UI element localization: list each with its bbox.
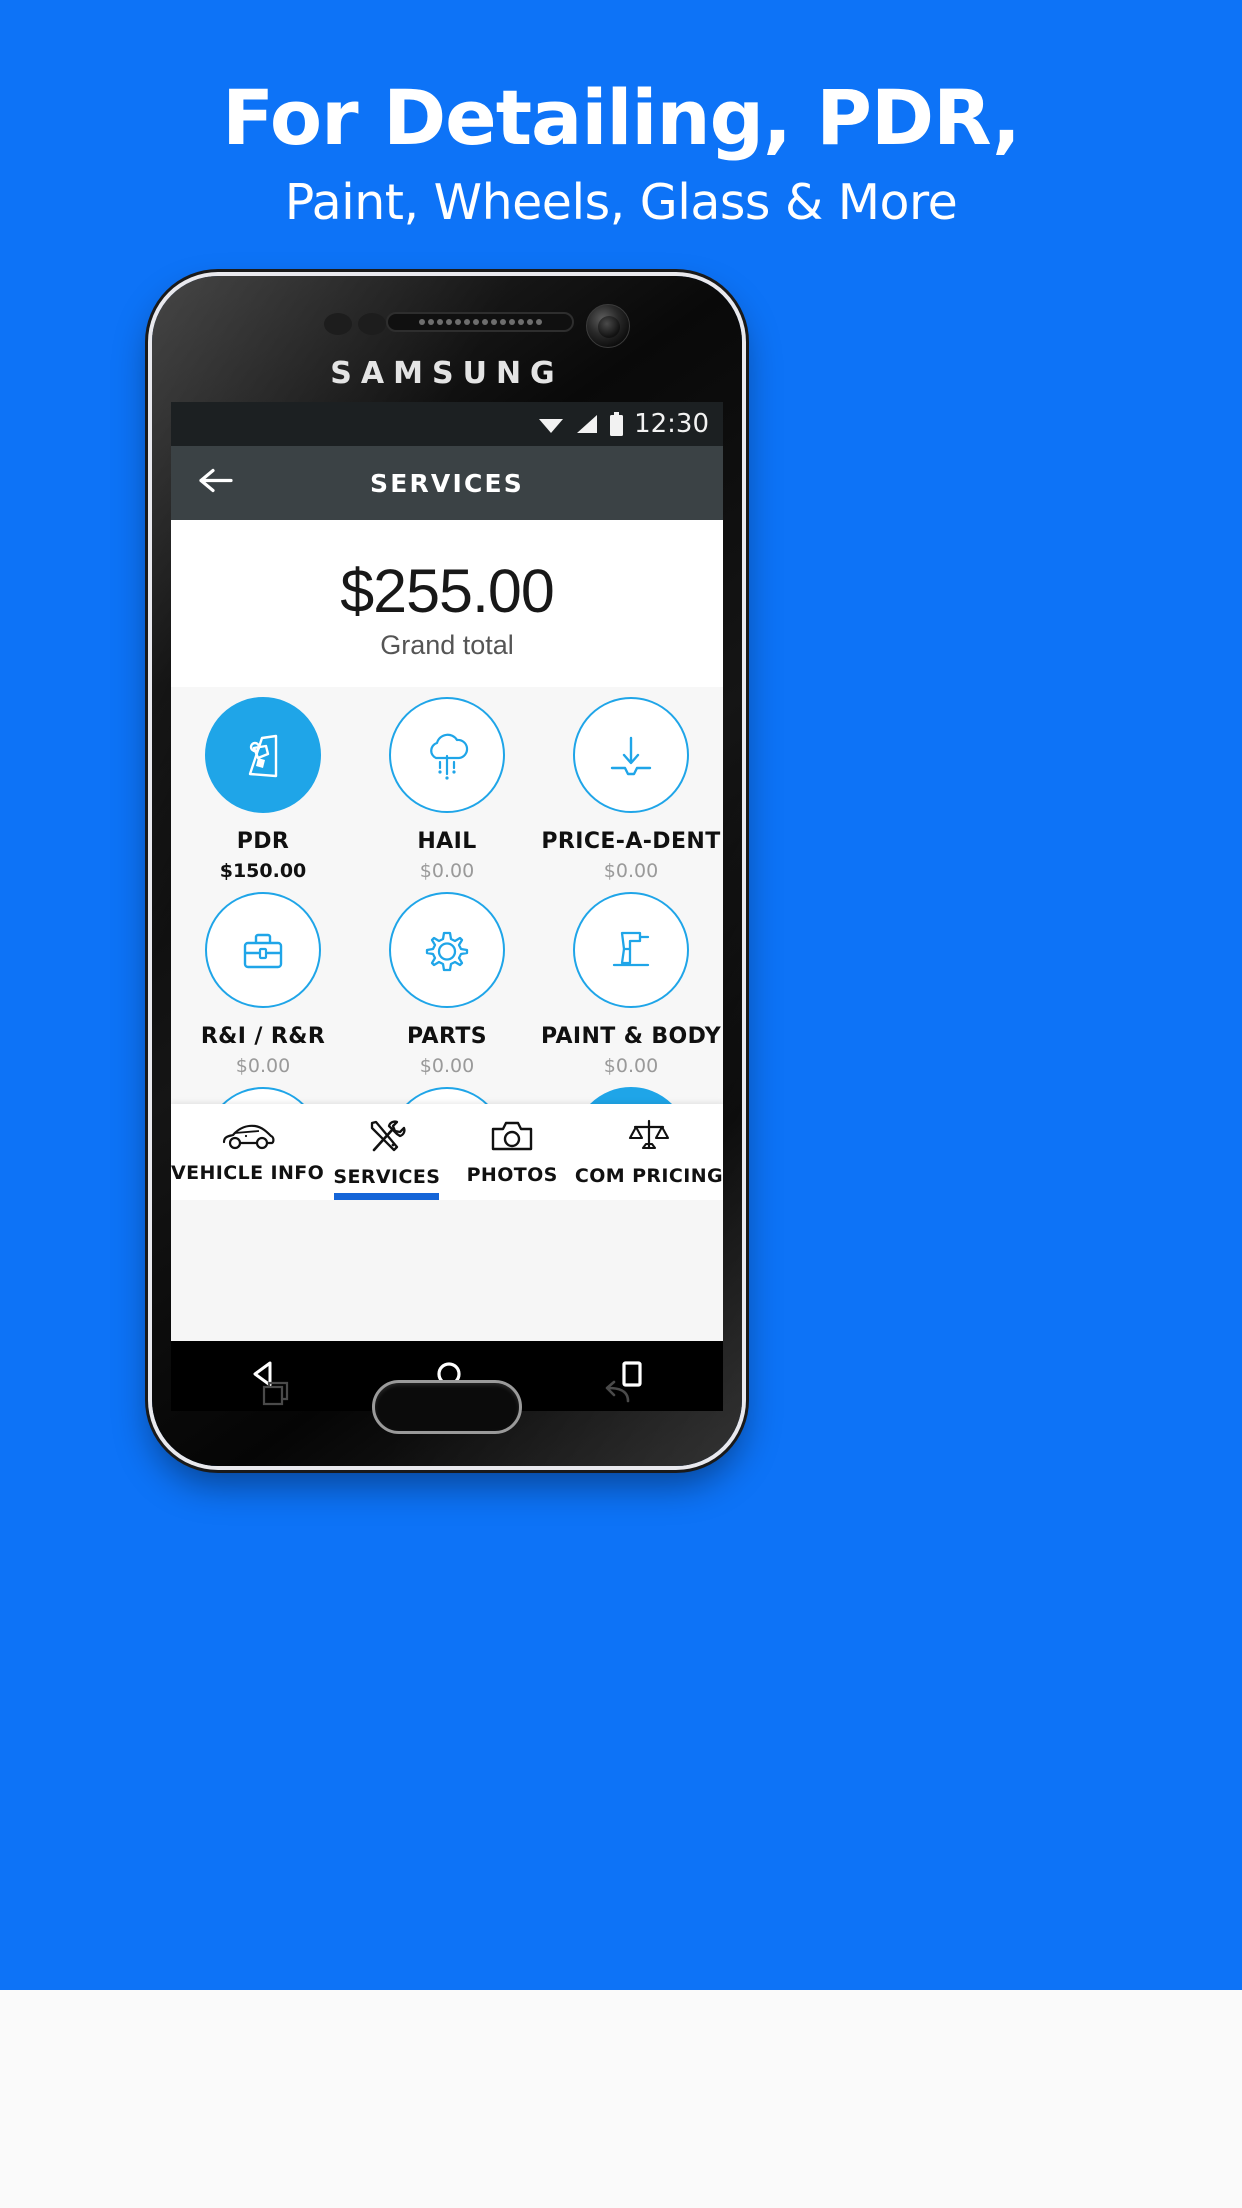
battery-icon (610, 412, 624, 436)
wifi-icon (539, 419, 564, 433)
app-bar-title: SERVICES (369, 468, 524, 498)
app-bar: SERVICES (171, 446, 723, 520)
service-price: $0.00 (419, 860, 475, 882)
scales-icon (627, 1118, 671, 1159)
service-price: $0.00 (603, 1055, 659, 1077)
service-price: $150.00 (219, 860, 307, 882)
service-name: R&I / R&R (200, 1024, 326, 1049)
service-tile-ri-rr[interactable]: R&I / R&R $0.00 (171, 888, 355, 1077)
pdr-tool-icon (205, 697, 321, 813)
service-name: PARTS (407, 1024, 487, 1049)
service-name: HAIL (417, 829, 477, 854)
phone-screen: 12:30 SERVICES $255.00 Grand total PDR $… (171, 402, 723, 1341)
car-icon (219, 1121, 277, 1156)
back-arrow-icon[interactable] (197, 466, 233, 501)
promo-headline: For Detailing, PDR, (222, 73, 1021, 162)
dent-arrow-icon (573, 697, 689, 813)
tab-com-pricing[interactable]: COM PRICING (575, 1104, 723, 1200)
grand-total-block: $255.00 Grand total (171, 520, 723, 687)
light-sensor-icon (358, 313, 386, 335)
toolbox-icon (205, 892, 321, 1008)
camera-icon (490, 1119, 534, 1158)
gear-icon (389, 892, 505, 1008)
grand-total-amount: $255.00 (340, 557, 555, 625)
service-tile-parts[interactable]: PARTS $0.00 (355, 888, 539, 1077)
tab-label: PHOTOS (466, 1163, 558, 1186)
service-tile-price-a-dent[interactable]: PRICE-A-DENT $0.00 (539, 693, 723, 882)
service-tile-hail[interactable]: HAIL $0.00 (355, 693, 539, 882)
tab-vehicle-info[interactable]: VEHICLE INFO (171, 1104, 324, 1200)
promo-bottom-strip (0, 1990, 1242, 2208)
back-hardware-icon[interactable] (600, 1379, 634, 1414)
service-tile-paint-body[interactable]: PAINT & BODY $0.00 (539, 888, 723, 1077)
tab-label: VEHICLE INFO (171, 1161, 325, 1184)
spray-gun-icon (573, 892, 689, 1008)
bottom-tab-bar: VEHICLE INFO SERVICES PHOTOS COM PRICING (171, 1104, 723, 1200)
service-tile-pdr[interactable]: PDR $150.00 (171, 693, 355, 882)
proximity-sensor-icon (324, 313, 352, 335)
earpiece-speaker (386, 312, 574, 332)
grand-total-label: Grand total (380, 630, 514, 660)
tab-label: COM PRICING (574, 1164, 723, 1187)
tab-photos[interactable]: PHOTOS (450, 1104, 575, 1200)
promo-subheadline: Paint, Wheels, Glass & More (284, 173, 958, 231)
android-status-bar: 12:30 (171, 402, 723, 446)
status-bar-clock: 12:30 (634, 409, 709, 439)
services-screen-content: $255.00 Grand total PDR $150.00 HAIL $0.… (171, 520, 723, 1200)
tab-label: SERVICES (333, 1165, 441, 1188)
tab-services[interactable]: SERVICES (324, 1104, 449, 1200)
tools-icon (367, 1117, 407, 1160)
front-camera-icon (586, 304, 630, 348)
hail-cloud-icon (389, 697, 505, 813)
service-name: PAINT & BODY (540, 1024, 722, 1049)
service-price: $0.00 (603, 860, 659, 882)
signal-icon (577, 415, 598, 433)
home-hardware-button[interactable] (372, 1380, 522, 1434)
service-name: PRICE-A-DENT (541, 829, 721, 854)
device-brand-label: SAMSUNG (330, 356, 564, 391)
service-price: $0.00 (419, 1055, 475, 1077)
service-price: $0.00 (235, 1055, 291, 1077)
phone-device: SAMSUNG 12:30 SERVICES $255.00 Grand tot… (152, 276, 742, 1466)
promo-text-block: For Detailing, PDR, Paint, Wheels, Glass… (0, 78, 1242, 231)
recents-hardware-icon[interactable] (260, 1379, 294, 1414)
service-name: PDR (236, 829, 290, 854)
